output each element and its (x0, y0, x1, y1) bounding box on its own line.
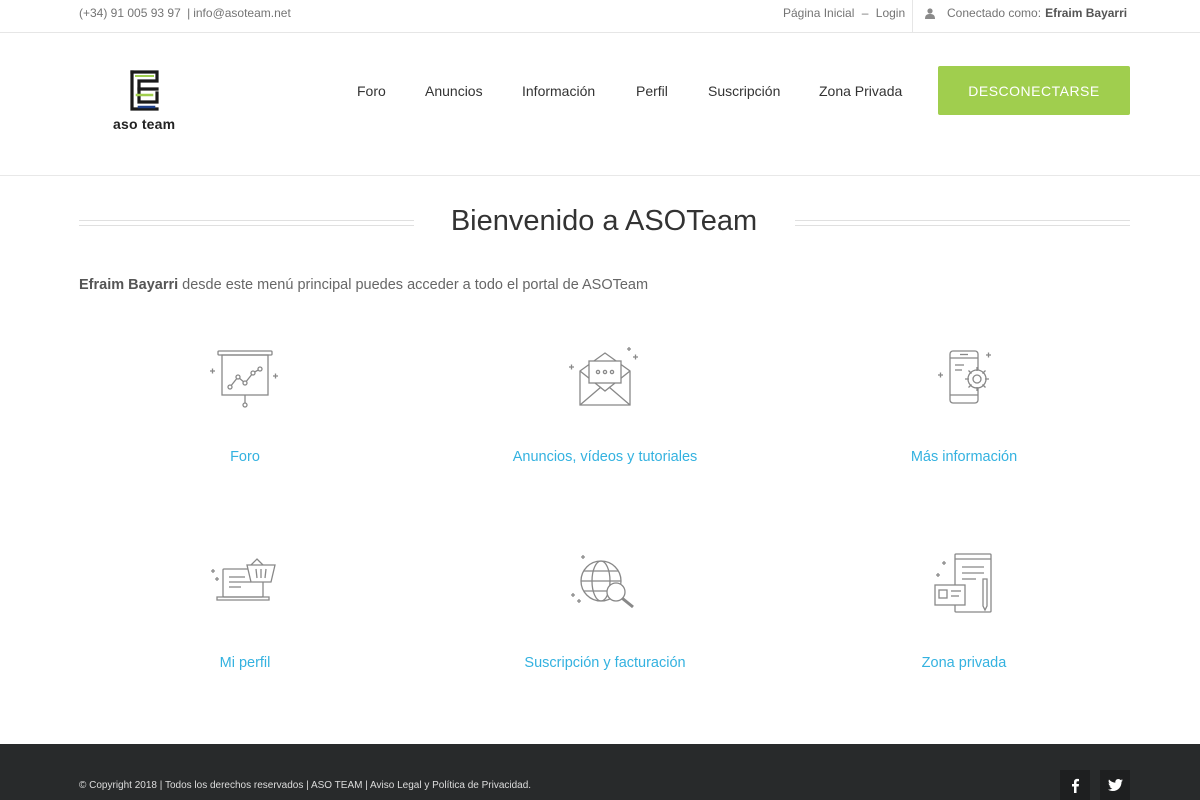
menu-label-anuncios[interactable]: Anuncios, vídeos y tutoriales (440, 449, 770, 465)
link-dash: – (861, 6, 869, 20)
presentation-chart-icon (210, 350, 278, 408)
menu-item-anuncios[interactable]: Anuncios, vídeos y tutoriales (440, 343, 770, 465)
nav-zona-privada[interactable]: Zona Privada (819, 83, 902, 99)
nav-anuncios[interactable]: Anuncios (425, 83, 483, 99)
menu-label-mas-informacion[interactable]: Más información (799, 449, 1129, 465)
menu-item-mas-informacion[interactable]: Más información (799, 343, 1129, 465)
user-icon (925, 7, 935, 19)
connected-user-name: Efraim Bayarri (1045, 6, 1128, 20)
envelope-icon (569, 347, 638, 406)
laptop-basket-icon (211, 558, 276, 601)
site-footer: © Copyright 2018 | Todos los derechos re… (0, 744, 1200, 800)
menu-label-suscripcion[interactable]: Suscripción y facturación (440, 655, 770, 671)
top-divider (912, 0, 913, 33)
globe-search-icon (571, 555, 634, 609)
menu-label-foro[interactable]: Foro (80, 449, 410, 465)
documents-pen-icon (934, 553, 992, 613)
top-links: Página Inicial – Login (783, 6, 905, 20)
nav-suscripcion[interactable]: Suscripción (708, 83, 780, 99)
menu-item-foro[interactable]: Foro (80, 343, 410, 465)
twitter-icon[interactable] (1100, 770, 1130, 800)
contact-info: (+34) 91 005 93 97 | info@asoteam.net (79, 6, 291, 20)
mobile-gear-icon (938, 350, 991, 404)
intro-message: desde este menú principal puedes acceder… (178, 277, 649, 293)
copyright-text: © Copyright 2018 | Todos los derechos re… (79, 780, 532, 791)
menu-label-zona-privada[interactable]: Zona privada (799, 655, 1129, 671)
nav-informacion[interactable]: Información (522, 83, 595, 99)
intro-user-name: Efraim Bayarri (79, 277, 179, 293)
facebook-icon[interactable] (1060, 770, 1090, 800)
menu-item-zona-privada[interactable]: Zona privada (799, 549, 1129, 671)
menu-item-suscripcion[interactable]: Suscripción y facturación (440, 549, 770, 671)
site-header: aso team Foro Anuncios Información Perfi… (0, 33, 1200, 176)
nav-perfil[interactable]: Perfil (636, 83, 668, 99)
home-link[interactable]: Página Inicial (783, 6, 854, 20)
title-divider-right (795, 220, 1130, 226)
logout-button[interactable]: DESCONECTARSE (938, 66, 1130, 115)
nav-foro[interactable]: Foro (357, 83, 386, 99)
menu-item-mi-perfil[interactable]: Mi perfil (80, 549, 410, 671)
connected-user: Conectado como: Efraim Bayarri (925, 6, 1127, 20)
connected-label: Conectado como: (947, 6, 1042, 20)
menu-label-mi-perfil[interactable]: Mi perfil (80, 655, 410, 671)
intro-text: Efraim Bayarri desde este menú principal… (79, 277, 648, 293)
login-link[interactable]: Login (876, 6, 905, 20)
logo-text: aso team (113, 116, 176, 132)
top-bar: (+34) 91 005 93 97 | info@asoteam.net Pág… (0, 0, 1200, 33)
contact-separator: | (187, 6, 191, 20)
phone-number: (+34) 91 005 93 97 (79, 6, 181, 20)
email-link[interactable]: info@asoteam.net (193, 6, 291, 20)
